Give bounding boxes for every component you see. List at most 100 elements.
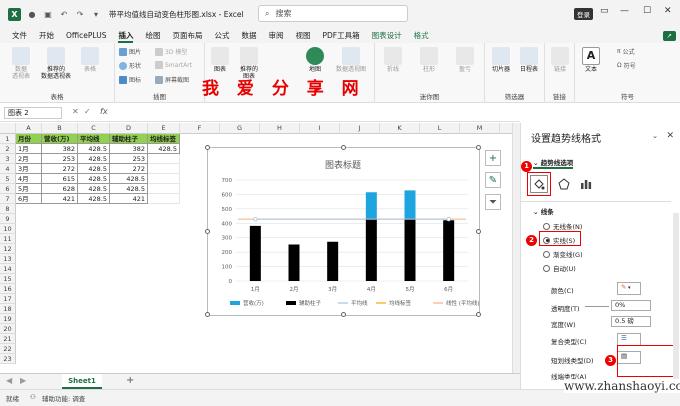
- row-header[interactable]: 2: [0, 144, 16, 154]
- table-cell[interactable]: 3月: [16, 164, 42, 174]
- row-header[interactable]: 19: [0, 314, 16, 324]
- resize-handle[interactable]: [341, 312, 346, 317]
- table-cell[interactable]: 4月: [16, 174, 42, 184]
- autosave-icon[interactable]: ●: [27, 9, 37, 19]
- pivot-chart-button[interactable]: 数据透视图: [331, 47, 371, 73]
- add-sheet-button[interactable]: +: [126, 375, 134, 386]
- row-header[interactable]: 7: [0, 194, 16, 204]
- column-header[interactable]: J: [340, 123, 380, 134]
- tab-pdf[interactable]: PDF工具箱: [322, 28, 359, 43]
- close-icon[interactable]: ✕: [664, 6, 672, 16]
- width-input[interactable]: 0.5 磅: [611, 316, 651, 327]
- chart-styles-button[interactable]: ✎: [485, 172, 501, 188]
- resize-handle[interactable]: [476, 312, 481, 317]
- table-cell[interactable]: 421: [110, 194, 148, 204]
- column-header[interactable]: K: [380, 123, 420, 134]
- vertical-scrollbar[interactable]: [512, 123, 520, 373]
- column-header[interactable]: I: [300, 123, 340, 134]
- sheet-tab[interactable]: Sheet1: [62, 374, 102, 389]
- resize-handle[interactable]: [476, 229, 481, 234]
- addin-chart-button[interactable]: 图表: [207, 47, 233, 73]
- shapes-button[interactable]: 形状: [119, 61, 141, 70]
- link-button[interactable]: 链接: [547, 47, 573, 73]
- resize-handle[interactable]: [341, 145, 346, 150]
- row-header[interactable]: 5: [0, 174, 16, 184]
- row-header[interactable]: 17: [0, 294, 16, 304]
- header-cell[interactable]: 营收(万): [42, 134, 78, 144]
- column-header[interactable]: C: [78, 123, 110, 134]
- chart-elements-button[interactable]: +: [485, 150, 501, 166]
- tab-insert[interactable]: 插入: [118, 28, 134, 43]
- picture-button[interactable]: 图片: [119, 47, 141, 56]
- ribbon-display-icon[interactable]: ▭: [600, 6, 609, 16]
- row-header[interactable]: 8: [0, 204, 16, 214]
- select-all-corner[interactable]: [0, 123, 16, 134]
- resize-handle[interactable]: [205, 145, 210, 150]
- pane-options-icon[interactable]: ⌄: [652, 132, 658, 140]
- slicer-button[interactable]: 切片器: [487, 47, 515, 73]
- table-cell[interactable]: [148, 164, 180, 174]
- row-header[interactable]: 23: [0, 354, 16, 364]
- tab-page-layout[interactable]: 页面布局: [172, 28, 202, 43]
- name-box[interactable]: 图表 2: [4, 107, 62, 119]
- row-header[interactable]: 4: [0, 164, 16, 174]
- transparency-input[interactable]: 0%: [611, 300, 651, 311]
- symbol-button[interactable]: Ω 符号: [617, 61, 636, 70]
- trendline-options-tab[interactable]: ⌄ 趋势线选项: [533, 157, 574, 169]
- table-cell[interactable]: 421: [42, 194, 78, 204]
- column-header[interactable]: F: [180, 123, 220, 134]
- table-cell[interactable]: 5月: [16, 184, 42, 194]
- table-cell[interactable]: 428.5: [148, 144, 180, 154]
- screenshot-button[interactable]: 屏幕截图: [155, 75, 189, 84]
- transparency-slider[interactable]: [585, 306, 609, 307]
- row-header[interactable]: 12: [0, 244, 16, 254]
- next-sheet-icon[interactable]: ▶: [20, 376, 26, 385]
- equation-button[interactable]: π 公式: [617, 47, 635, 56]
- row-header[interactable]: 11: [0, 234, 16, 244]
- smartart-button[interactable]: SmartArt: [155, 61, 192, 69]
- undo-icon[interactable]: ↶: [59, 9, 69, 19]
- table-cell[interactable]: 428.5: [78, 194, 110, 204]
- minimize-icon[interactable]: —: [620, 6, 629, 16]
- header-cell[interactable]: 均线标签: [148, 134, 180, 144]
- table-cell[interactable]: 615: [42, 174, 78, 184]
- row-header[interactable]: 21: [0, 334, 16, 344]
- customize-icon[interactable]: ▾: [91, 9, 101, 19]
- row-header[interactable]: 9: [0, 214, 16, 224]
- tab-home[interactable]: 开始: [39, 28, 54, 43]
- search-box[interactable]: ⌕ 搜索: [258, 5, 408, 22]
- column-header[interactable]: D: [110, 123, 148, 134]
- table-cell[interactable]: 428.5: [78, 164, 110, 174]
- table-cell[interactable]: 253: [42, 154, 78, 164]
- row-header[interactable]: 15: [0, 274, 16, 284]
- table-cell[interactable]: 428.5: [110, 184, 148, 194]
- row-header[interactable]: 1: [0, 134, 16, 144]
- radio-gradient-line[interactable]: 渐变线(G): [543, 249, 583, 259]
- table-cell[interactable]: 428.5: [78, 144, 110, 154]
- sparkline-column-button[interactable]: 柱形: [415, 47, 443, 73]
- line-section-header[interactable]: ⌄ 线条: [533, 206, 554, 216]
- row-header[interactable]: 6: [0, 184, 16, 194]
- tab-officeplus[interactable]: OfficePLUS: [66, 28, 106, 43]
- tab-file[interactable]: 文件: [12, 28, 27, 43]
- tab-draw[interactable]: 绘图: [145, 28, 160, 43]
- sparkline-line-button[interactable]: 折线: [379, 47, 407, 73]
- radio-no-line[interactable]: 无线条(N): [543, 221, 582, 231]
- text-button[interactable]: A 文本: [577, 47, 605, 73]
- pane-close-icon[interactable]: ✕: [666, 131, 674, 141]
- column-header[interactable]: A: [16, 123, 42, 134]
- resize-handle[interactable]: [205, 229, 210, 234]
- table-cell[interactable]: 628: [42, 184, 78, 194]
- row-header[interactable]: 10: [0, 224, 16, 234]
- table-cell[interactable]: 6月: [16, 194, 42, 204]
- table-cell[interactable]: 428.5: [78, 154, 110, 164]
- effects-tab[interactable]: [555, 175, 573, 193]
- icons-button[interactable]: 图标: [119, 75, 141, 84]
- table-cell[interactable]: 382: [110, 144, 148, 154]
- tab-data[interactable]: 数据: [241, 28, 256, 43]
- maximize-icon[interactable]: ☐: [643, 6, 651, 16]
- table-button[interactable]: 表格: [78, 47, 102, 73]
- chart-filters-button[interactable]: ⏷: [485, 194, 501, 210]
- row-header[interactable]: 14: [0, 264, 16, 274]
- pane-scrollbar[interactable]: [673, 213, 679, 383]
